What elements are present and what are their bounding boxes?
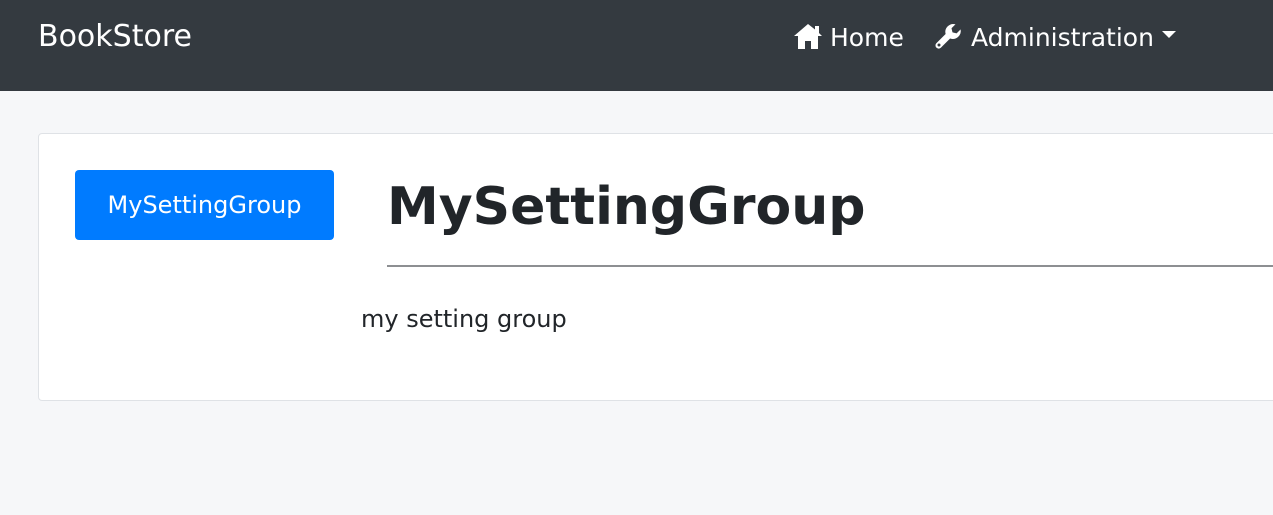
wrench-icon <box>935 24 961 49</box>
setting-group-description: my setting group <box>361 305 567 333</box>
setting-group-tab-button[interactable]: MySettingGroup <box>75 170 334 240</box>
title-divider <box>387 265 1273 267</box>
nav-administration-label: Administration <box>971 22 1154 52</box>
setting-group-card: MySettingGroup MySettingGroup my setting… <box>38 133 1273 401</box>
brand-link[interactable]: BookStore <box>38 18 192 56</box>
top-navbar: BookStore Home Administration <box>0 0 1273 91</box>
nav-home-label: Home <box>830 22 904 52</box>
nav-administration-dropdown[interactable]: Administration <box>933 20 1176 54</box>
chevron-down-icon <box>1161 30 1176 38</box>
nav-home-link[interactable]: Home <box>792 20 904 54</box>
home-icon <box>794 24 822 49</box>
page-title: MySettingGroup <box>387 177 866 237</box>
